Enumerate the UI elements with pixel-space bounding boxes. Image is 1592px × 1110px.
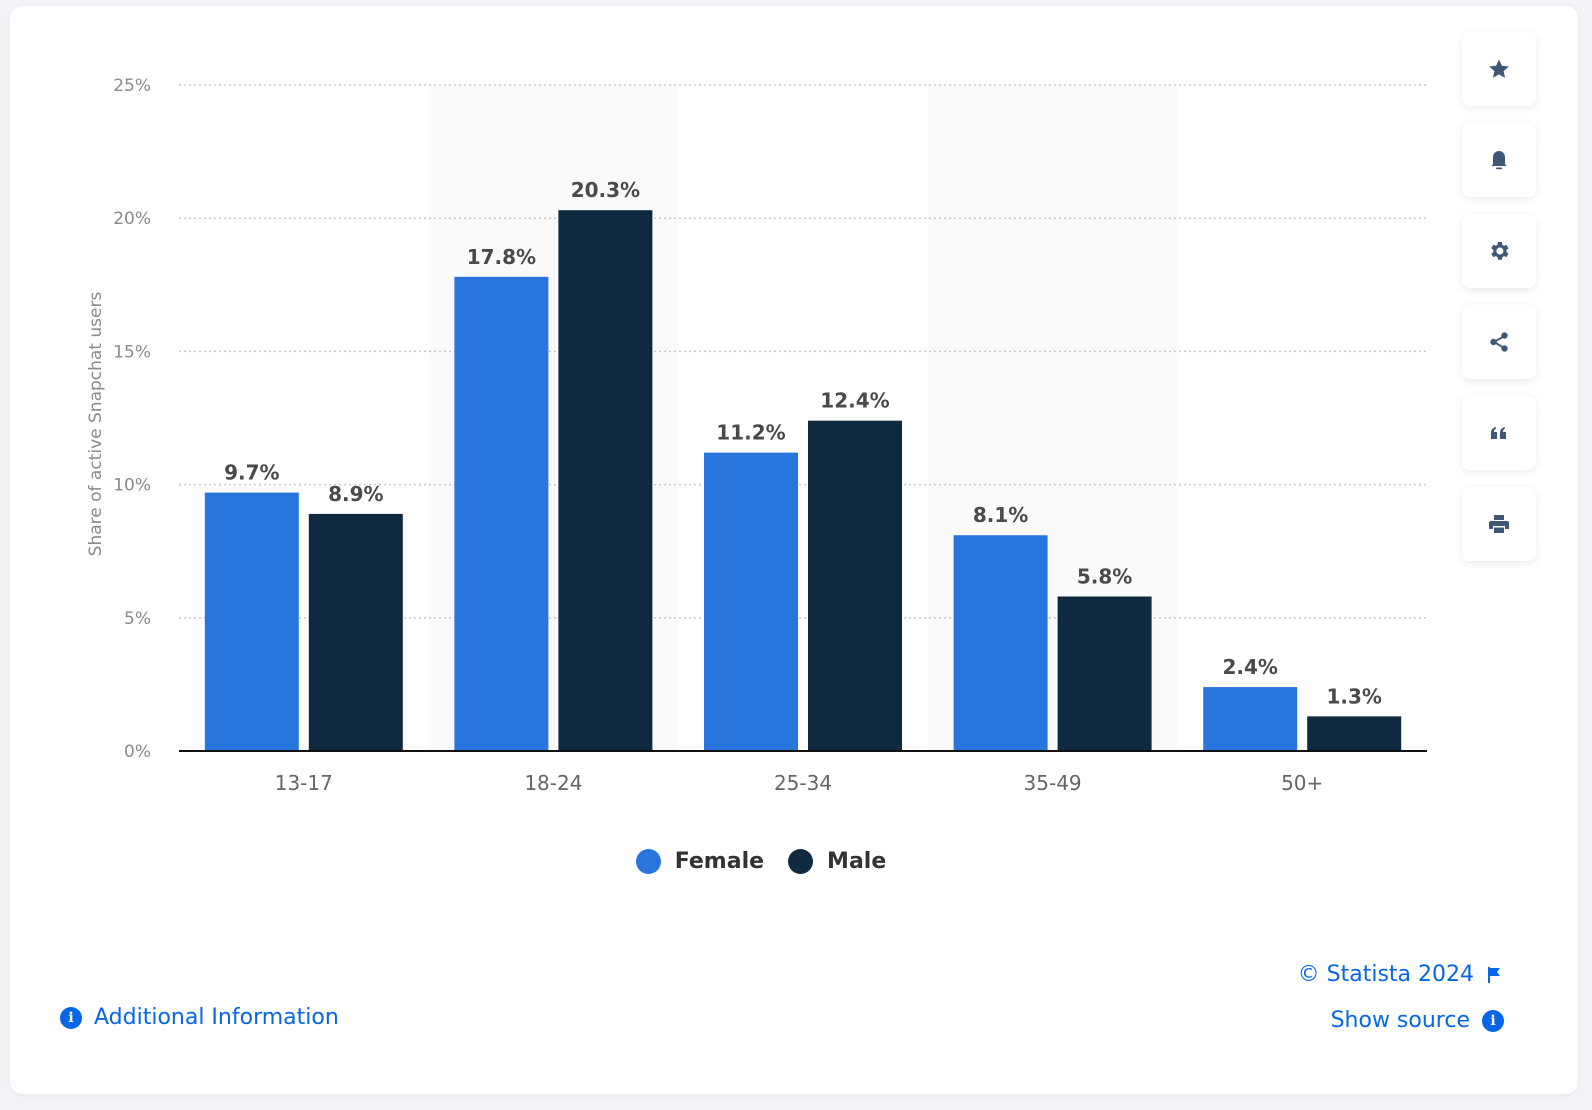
settings-button[interactable] — [1462, 214, 1536, 288]
y-tick-label: 15% — [113, 342, 151, 362]
legend-item-female[interactable]: Female — [635, 849, 765, 874]
info-icon: i — [60, 1006, 82, 1029]
bar-female — [1203, 687, 1298, 751]
printer-icon — [1489, 515, 1509, 533]
bar-female — [704, 452, 798, 751]
y-tick-label: 25% — [113, 76, 151, 96]
info-icon: i — [1482, 1009, 1504, 1032]
data-label: 2.4% — [1222, 655, 1277, 679]
y-tick-label: 10% — [113, 476, 151, 496]
bar-chart: 0% 5% 10% 15% 20% 25% 9.7% 8.9% 13-17 17.8% 20.3% 1… — [113, 76, 1427, 795]
legend-label-male: Male — [827, 849, 887, 874]
legend-label-female: Female — [674, 849, 765, 874]
bar-female — [204, 492, 299, 751]
y-tick-label: 5% — [124, 609, 151, 629]
additional-information-label: Additional Information — [94, 1005, 339, 1030]
data-label: 5.8% — [1077, 564, 1132, 588]
legend: Female Male — [10, 849, 1512, 874]
x-tick-label: 18-24 — [524, 771, 582, 795]
bar-male — [808, 420, 902, 751]
bar-male — [1307, 716, 1402, 751]
legend-item-male[interactable]: Male — [788, 849, 886, 874]
data-label: 17.8% — [467, 245, 536, 269]
data-label: 12.4% — [820, 389, 889, 413]
print-button[interactable] — [1462, 487, 1536, 561]
x-tick-label: 13-17 — [275, 771, 333, 795]
flag-icon — [1488, 966, 1500, 983]
legend-swatch-male — [788, 849, 814, 874]
star-icon — [1489, 59, 1509, 78]
data-label: 11.2% — [716, 421, 785, 445]
data-label: 9.7% — [224, 461, 279, 485]
x-tick-label: 50+ — [1281, 771, 1323, 795]
data-label: 8.1% — [973, 503, 1028, 527]
data-label: 1.3% — [1326, 684, 1381, 708]
x-tick-label: 25-34 — [774, 771, 832, 795]
legend-swatch-female — [635, 849, 661, 874]
bar-male — [558, 210, 653, 751]
bar-female — [953, 535, 1048, 751]
share-button[interactable] — [1462, 305, 1536, 379]
quote-icon — [1491, 427, 1506, 439]
y-axis-title: Share of active Snapchat users — [86, 291, 106, 557]
gear-icon — [1491, 242, 1509, 260]
show-source-label: Show source — [1330, 1008, 1470, 1033]
chart-card: 0% 5% 10% 15% 20% 25% 9.7% 8.9% 13-17 17.8% 20.3% 1… — [10, 6, 1578, 1094]
chart-toolbar — [1462, 32, 1536, 561]
copyright-label: © Statista 2024 — [1297, 962, 1474, 987]
favorite-button[interactable] — [1462, 32, 1536, 106]
data-label: 20.3% — [571, 178, 640, 202]
additional-information-link[interactable]: i Additional Information — [60, 1005, 339, 1030]
y-tick-label: 0% — [124, 742, 151, 762]
bar-female — [454, 276, 549, 751]
data-label: 8.9% — [328, 482, 383, 506]
bar-male — [308, 513, 403, 751]
bell-icon — [1491, 151, 1507, 170]
x-tick-label: 35-49 — [1024, 771, 1082, 795]
copyright-link[interactable]: © Statista 2024 — [1298, 962, 1502, 987]
cite-button[interactable] — [1462, 396, 1536, 470]
show-source-link[interactable]: Show source i — [1331, 1008, 1504, 1033]
share-icon — [1490, 332, 1508, 352]
y-tick-label: 20% — [113, 209, 151, 229]
notification-button[interactable] — [1462, 123, 1536, 197]
bar-male — [1057, 596, 1152, 751]
